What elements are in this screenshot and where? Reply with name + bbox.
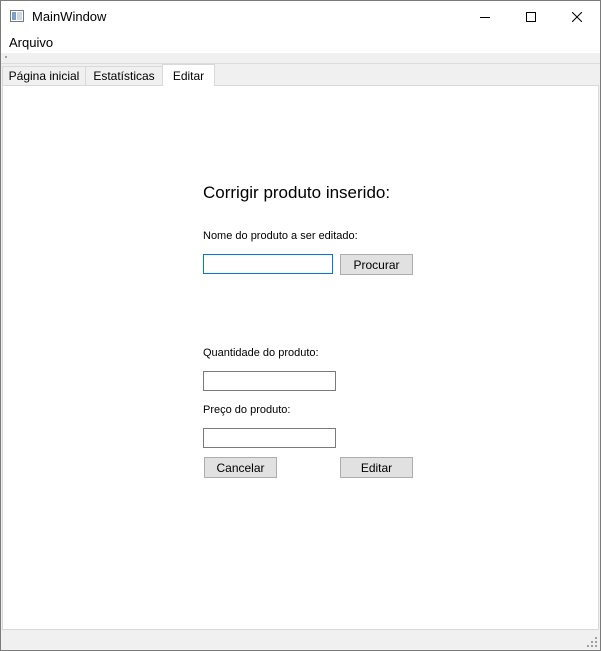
- title-bar[interactable]: MainWindow: [1, 1, 600, 32]
- quantity-input[interactable]: [203, 371, 336, 391]
- edit-heading: Corrigir produto inserido:: [203, 183, 391, 202]
- app-window-icon: [10, 10, 24, 22]
- toolbar: [1, 53, 600, 64]
- price-label: Preço do produto:: [203, 404, 291, 416]
- resize-grip-icon[interactable]: [587, 637, 597, 647]
- tab-estatisticas[interactable]: Estatísticas: [85, 66, 163, 85]
- tab-pagina-inicial[interactable]: Página inicial: [2, 66, 86, 85]
- quantity-label: Quantidade do produto:: [203, 347, 319, 359]
- product-name-input[interactable]: [203, 254, 333, 274]
- minimize-icon: [480, 16, 490, 18]
- minimize-button[interactable]: [462, 1, 508, 32]
- status-bar: [1, 630, 600, 650]
- search-button[interactable]: Procurar: [340, 254, 413, 275]
- cancel-button[interactable]: Cancelar: [204, 457, 277, 478]
- toolbar-handle-icon[interactable]: [5, 56, 7, 58]
- tab-bar: Página inicial Estatísticas Editar: [1, 64, 600, 86]
- close-button[interactable]: [554, 1, 600, 32]
- menu-bar: Arquivo: [1, 32, 600, 53]
- menu-arquivo[interactable]: Arquivo: [9, 35, 53, 50]
- price-input[interactable]: [203, 428, 336, 448]
- main-window: MainWindow Arquivo Página inicial Estatí…: [0, 0, 601, 651]
- window-title: MainWindow: [32, 9, 107, 24]
- product-name-label: Nome do produto a ser editado:: [203, 230, 358, 242]
- maximize-button[interactable]: [508, 1, 554, 32]
- tab-editar[interactable]: Editar: [162, 64, 215, 86]
- edit-button[interactable]: Editar: [340, 457, 413, 478]
- close-icon: [572, 11, 582, 22]
- maximize-icon: [526, 11, 536, 22]
